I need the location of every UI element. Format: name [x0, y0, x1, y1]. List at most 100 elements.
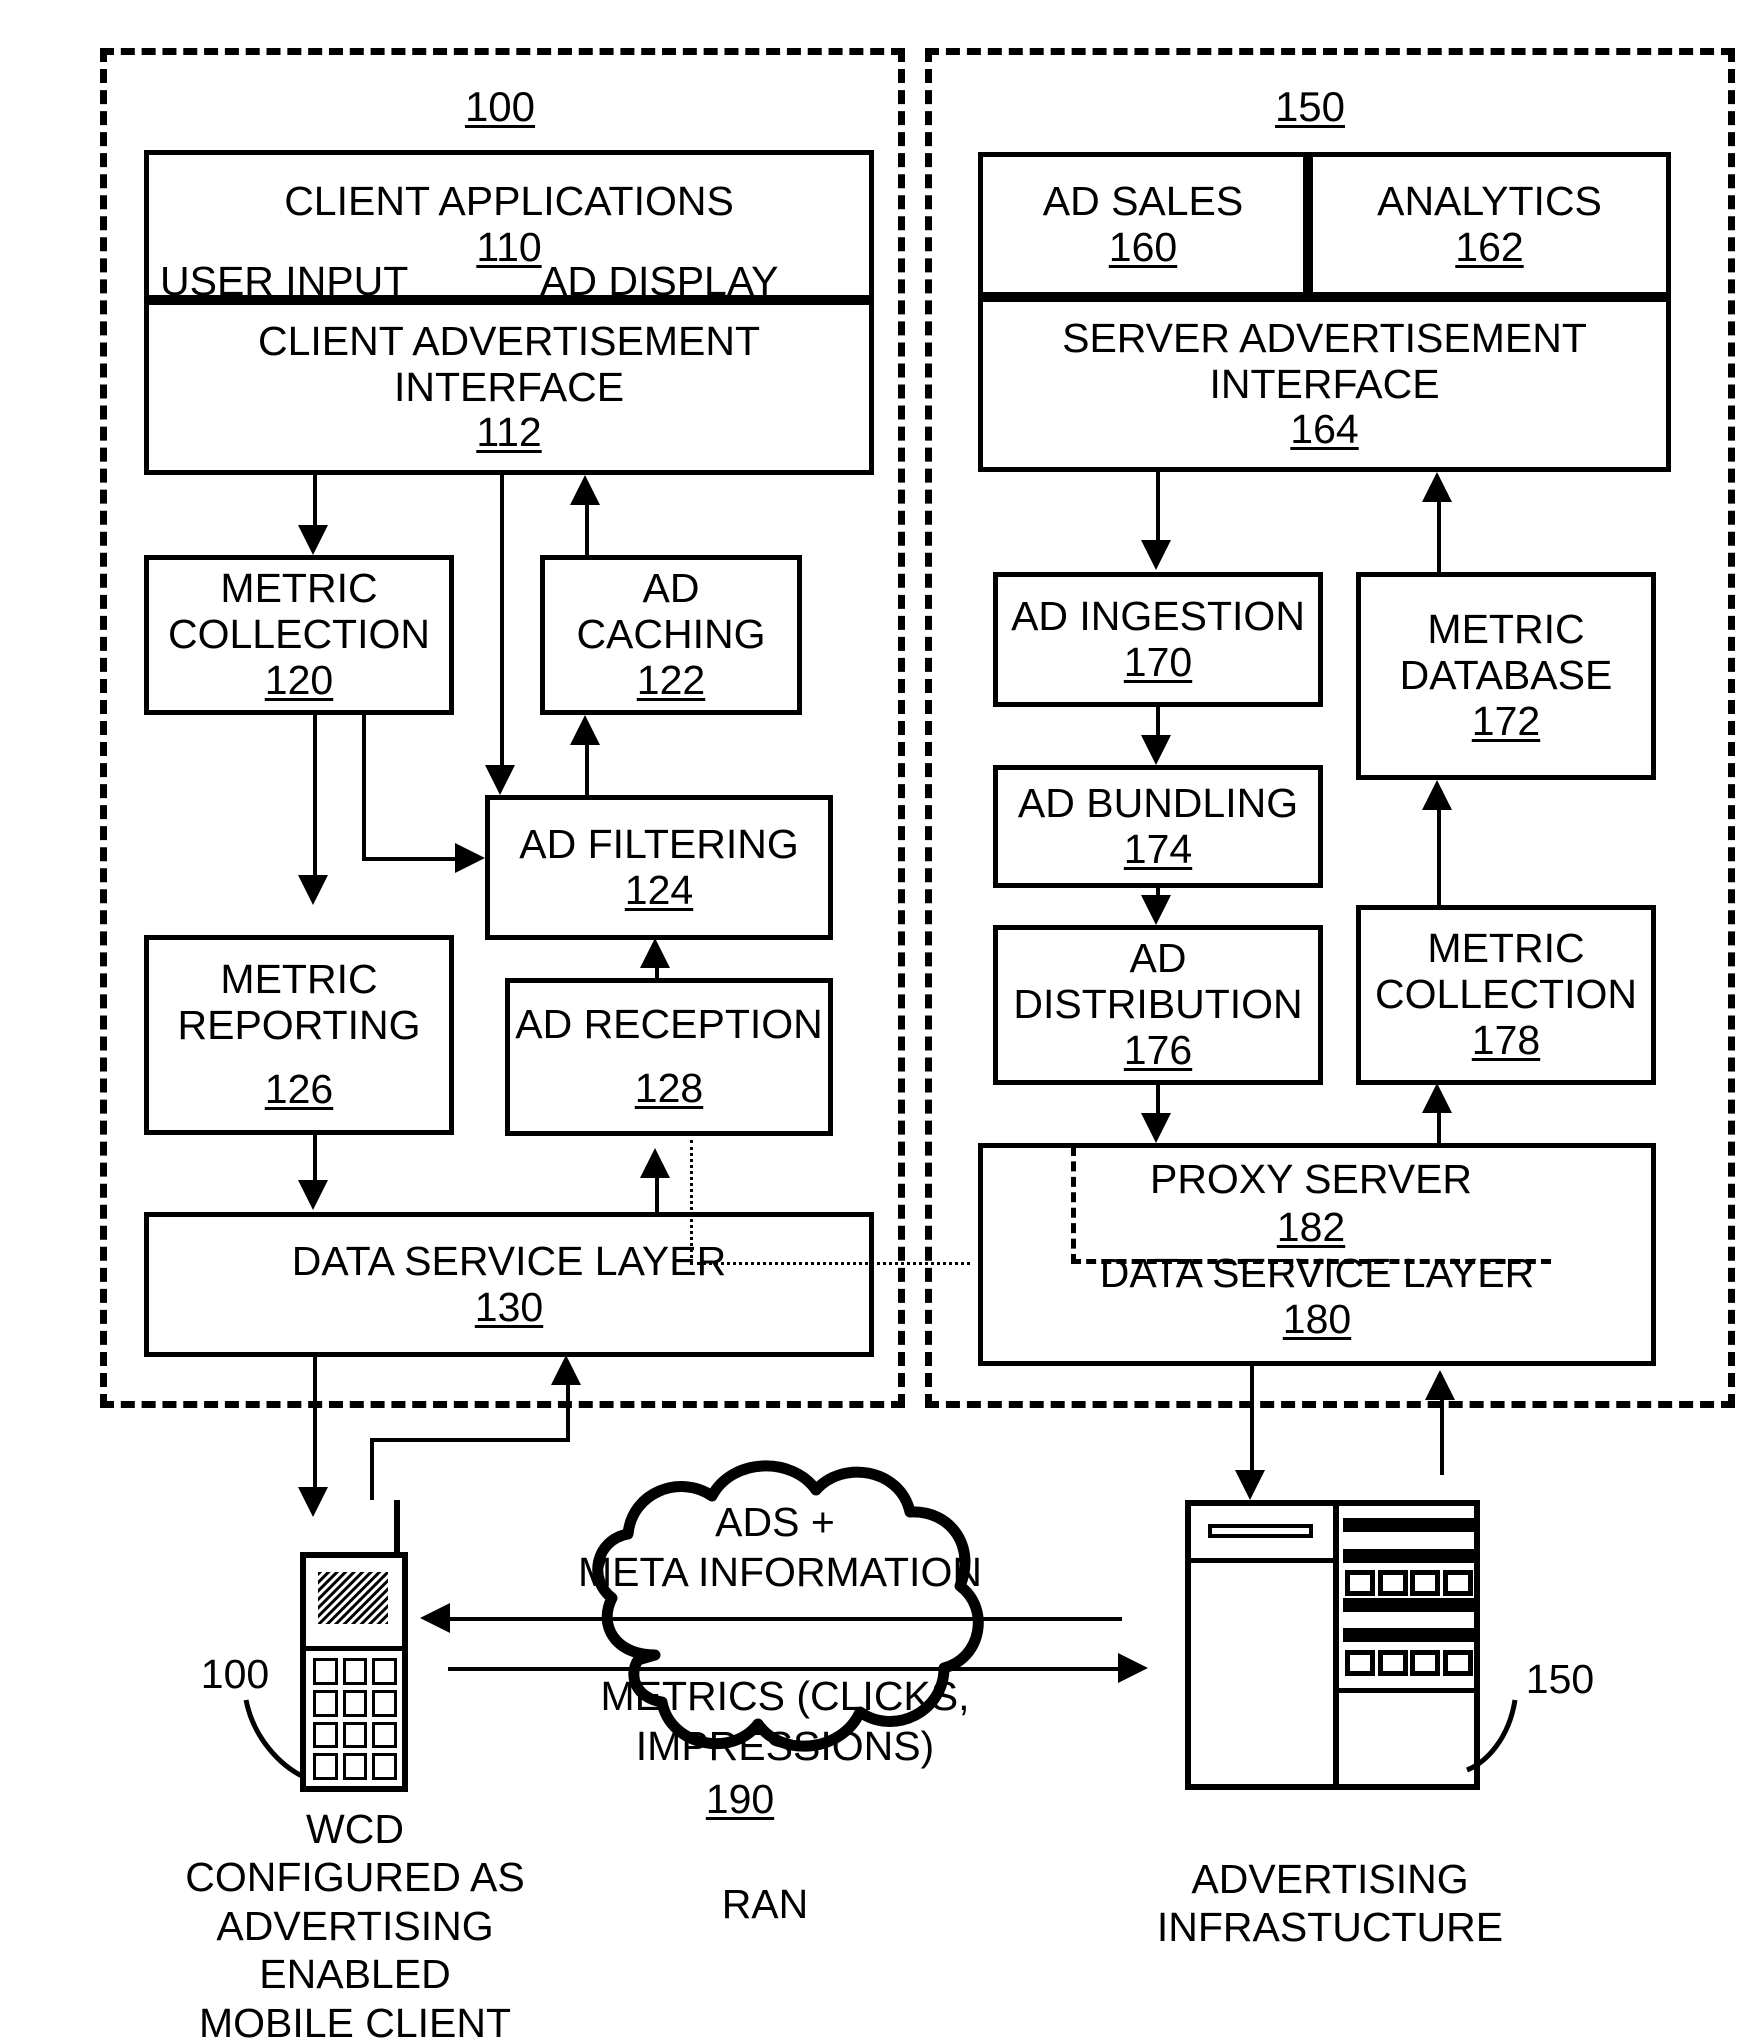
connector-120-to-124-horz [362, 857, 457, 861]
connector-130-to-128 [655, 1178, 659, 1214]
metric-database-ref: 172 [1471, 697, 1541, 744]
ran-label: RAN [721, 1881, 809, 1927]
server-dsl-ref: 180 [1282, 1296, 1352, 1343]
connector-120-to-124-vert [362, 713, 366, 861]
ad-reception-ref: 128 [634, 1065, 704, 1111]
device-screen [318, 1572, 388, 1624]
connector-122-to-112 [585, 505, 589, 557]
connector-120-to-126 [313, 713, 317, 878]
ad-sales-block: AD SALES 160 [978, 152, 1308, 297]
keypad-key [372, 1689, 397, 1717]
metric-collection-client-block: METRIC COLLECTION 120 [144, 555, 454, 715]
server-icon-left-divider [1185, 1558, 1339, 1563]
cloud-ref: 190 [705, 1776, 775, 1822]
client-dsl-line1: DATA SERVICE LAYER [291, 1237, 727, 1284]
metric-collection-server-line1: METRIC [1427, 925, 1585, 972]
connector-124-to-122 [585, 745, 589, 797]
server-rack-bar [1343, 1628, 1475, 1642]
metric-reporting-block: METRIC REPORTING 126 [144, 935, 454, 1135]
server-led [1345, 1570, 1375, 1596]
cloud-ads-label-line1: ADS + [715, 1499, 835, 1545]
server-rack-bar [1343, 1518, 1475, 1532]
arrowhead-164-to-170 [1141, 540, 1171, 570]
arrowhead-170-to-174 [1141, 735, 1171, 765]
connector-172-to-164 [1437, 502, 1441, 574]
connector-device-to-130-vert-left [370, 1438, 374, 1500]
arrowhead-176-to-180 [1141, 1113, 1171, 1143]
ad-distribution-ref: 176 [1123, 1026, 1193, 1073]
arrowhead-172-to-164 [1422, 472, 1452, 502]
metrics-arrow-line [448, 1667, 1120, 1671]
device-keypad-divider [300, 1646, 408, 1651]
server-callout-leader [1465, 1699, 1518, 1773]
connector-server-icon-to-180 [1440, 1400, 1444, 1475]
arrowhead-124-to-122 [570, 715, 600, 745]
server-led [1442, 1650, 1473, 1676]
metric-reporting-line1: METRIC [220, 956, 378, 1003]
device-callout-leader [243, 1699, 304, 1779]
ad-filtering-block: AD FILTERING 124 [485, 795, 833, 940]
connector-128-to-124 [655, 968, 659, 981]
ad-caching-line2: CACHING [576, 611, 766, 658]
connector-130-to-device [313, 1355, 317, 1490]
analytics-line1: ANALYTICS [1377, 177, 1602, 224]
metrics-arrowhead-right [1118, 1653, 1148, 1683]
server-system-ref: 150 [1274, 83, 1346, 130]
ad-ingestion-line1: AD INGESTION [1011, 592, 1305, 639]
ad-ingestion-block: AD INGESTION 170 [993, 572, 1323, 707]
ads-arrowhead-left [420, 1603, 450, 1633]
server-callout-ref: 150 [1525, 1656, 1595, 1702]
server-icon-drive-slot [1208, 1524, 1313, 1538]
connector-180-to-178 [1437, 1113, 1441, 1145]
server-ad-interface-line1: SERVER ADVERTISEMENT [1062, 314, 1587, 361]
client-applications-ref: 110 [476, 224, 542, 270]
proxy-server-ref: 182 [1276, 1204, 1346, 1250]
arrowhead-180-to-178 [1422, 1083, 1452, 1113]
ad-distribution-line2: DISTRIBUTION [1013, 981, 1303, 1028]
keypad-key [372, 1721, 397, 1749]
dotted-link-vertical-128 [690, 1140, 693, 1264]
analytics-block: ANALYTICS 162 [1308, 152, 1671, 297]
ad-caching-ref: 122 [636, 656, 706, 703]
arrowhead-112-to-124 [485, 765, 515, 795]
server-led [1410, 1650, 1441, 1676]
server-ad-interface-line2: INTERFACE [1209, 360, 1440, 407]
server-icon-split [1333, 1500, 1339, 1790]
server-rack-leds [1345, 1650, 1473, 1676]
keypad-key [313, 1658, 338, 1685]
connector-180-to-server-icon [1250, 1364, 1254, 1474]
server-led [1442, 1570, 1473, 1596]
arrowhead-130-to-128 [640, 1148, 670, 1178]
server-rack-leds [1345, 1570, 1473, 1596]
metric-collection-client-line2: COLLECTION [168, 611, 430, 658]
ad-ingestion-ref: 170 [1123, 638, 1193, 685]
metric-collection-client-ref: 120 [264, 656, 334, 703]
device-antenna [394, 1500, 400, 1558]
ad-reception-line1: AD RECEPTION [515, 1001, 823, 1048]
arrowhead-122-to-112 [570, 475, 600, 505]
keypad-key [342, 1658, 368, 1685]
server-rack-bar [1343, 1598, 1475, 1612]
ad-caching-line1: AD [642, 565, 700, 612]
ad-distribution-line1: AD [1129, 935, 1187, 982]
metric-reporting-line2: REPORTING [177, 1002, 421, 1049]
ad-filtering-line1: AD FILTERING [519, 820, 799, 867]
arrowhead-112-to-120 [298, 525, 328, 555]
ad-bundling-block: AD BUNDLING 174 [993, 765, 1323, 888]
arrowhead-128-to-124 [640, 938, 670, 968]
cloud-metrics-label-line2: IMPRESSIONS) [635, 1723, 935, 1769]
metric-collection-client-line1: METRIC [220, 565, 378, 612]
connector-176-to-180 [1156, 1083, 1160, 1115]
arrowhead-126-to-130 [298, 1180, 328, 1210]
connector-126-to-130 [313, 1133, 317, 1181]
client-advertisement-interface-block: CLIENT ADVERTISEMENT INTERFACE 112 [144, 300, 874, 475]
arrowhead-server-icon-to-180 [1425, 1370, 1455, 1400]
client-data-service-layer-block: DATA SERVICE LAYER 130 [144, 1212, 874, 1357]
server-led [1377, 1570, 1408, 1596]
client-ad-interface-line1: CLIENT ADVERTISEMENT [258, 317, 760, 364]
client-ad-interface-line2: INTERFACE [393, 363, 625, 410]
ad-display-label: AD DISPLAY [540, 258, 779, 304]
metric-collection-server-block: METRIC COLLECTION 178 [1356, 905, 1656, 1085]
server-ad-interface-ref: 164 [1290, 406, 1359, 453]
ad-bundling-ref: 174 [1123, 825, 1193, 872]
